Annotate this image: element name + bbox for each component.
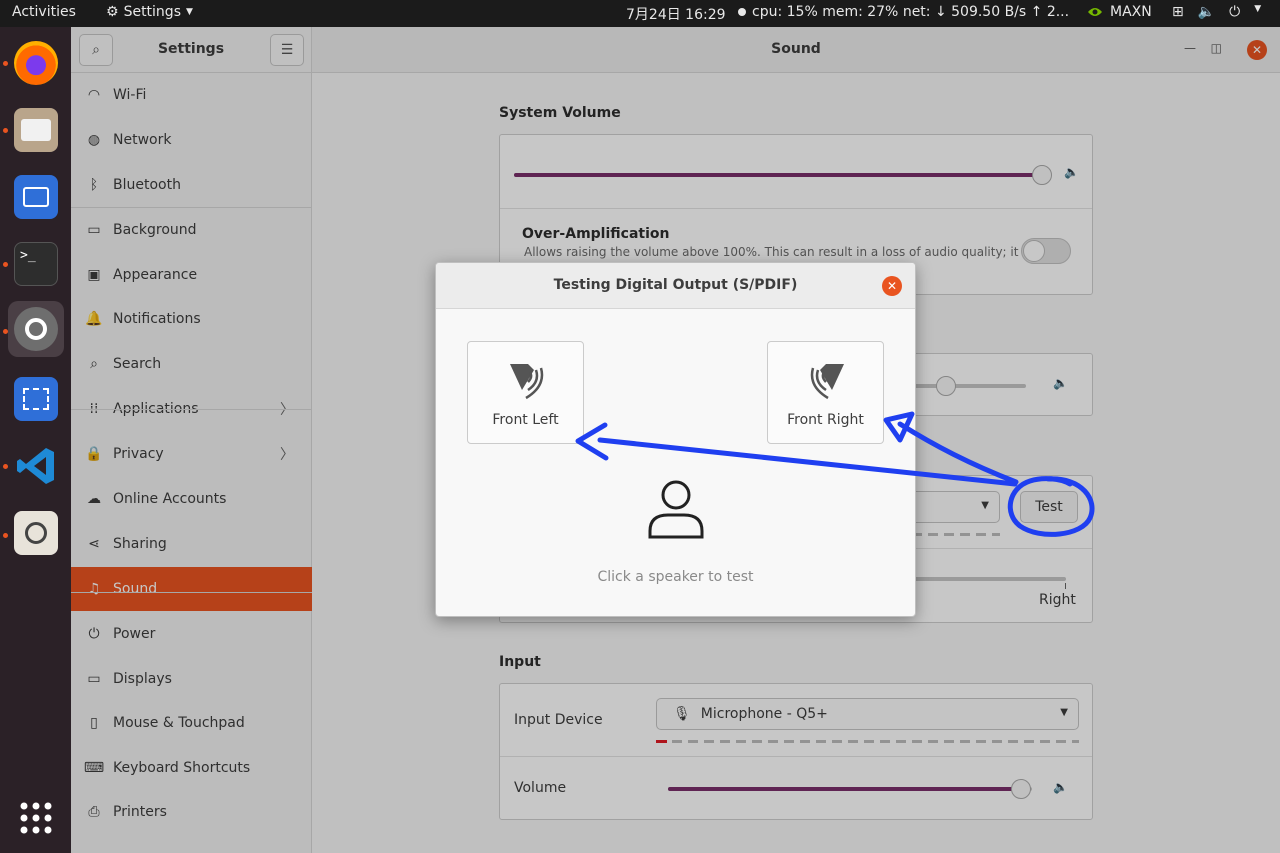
magnifier-icon — [14, 511, 58, 555]
screenshot-icon — [14, 377, 58, 421]
caret-down-icon: ▼ — [185, 7, 193, 17]
dock-files[interactable] — [8, 102, 64, 158]
vscode-icon — [17, 448, 54, 484]
power-mode-label: MAXN — [1110, 4, 1152, 20]
system-tray[interactable]: ⊞ 🔈 ⏻ ▼ — [1172, 4, 1261, 20]
system-monitor[interactable]: cpu: 15% mem: 27% net: ↓ 509.50 B/s ↑ 2.… — [738, 4, 1069, 20]
dialog-header: Testing Digital Output (S/PDIF) ✕ — [436, 263, 915, 309]
gear-icon: ⚙ — [106, 4, 119, 20]
network-wired-icon: ⊞ — [1172, 4, 1184, 20]
show-applications-button[interactable] — [8, 790, 64, 846]
speaker-right-icon — [810, 364, 844, 400]
volume-icon: 🔈 — [1197, 4, 1216, 20]
speaker-left-icon — [510, 364, 544, 400]
app-menu-label: Settings — [123, 4, 181, 20]
remote-desktop-icon — [14, 175, 58, 219]
dock: >_ — [0, 27, 71, 853]
terminal-icon: >_ — [14, 242, 58, 286]
running-indicator — [3, 533, 8, 538]
running-indicator — [3, 262, 8, 267]
dock-remmina[interactable] — [8, 169, 64, 225]
front-left-speaker-button[interactable]: Front Left — [467, 341, 584, 444]
dock-image-viewer[interactable] — [8, 505, 64, 561]
settings-gear-icon — [14, 307, 58, 351]
close-icon: ✕ — [886, 279, 898, 293]
dock-screenshot[interactable] — [8, 371, 64, 427]
front-right-label: Front Right — [787, 412, 864, 428]
close-dialog-button[interactable]: ✕ — [882, 276, 902, 296]
system-monitor-text: cpu: 15% mem: 27% net: ↓ 509.50 B/s ↑ 2.… — [752, 4, 1070, 20]
dialog-hint: Click a speaker to test — [597, 569, 754, 585]
nvidia-icon — [1088, 8, 1102, 16]
nvidia-power-mode[interactable]: MAXN — [1086, 4, 1152, 20]
running-indicator — [3, 329, 8, 334]
running-indicator — [3, 61, 8, 66]
listener-icon — [648, 480, 704, 539]
dock-vscode[interactable] — [8, 438, 64, 494]
power-icon: ⏻ — [1229, 4, 1241, 20]
caret-down-icon: ▼ — [1254, 4, 1262, 14]
speaker-test-dialog: Testing Digital Output (S/PDIF) ✕ Front … — [435, 262, 916, 617]
dock-terminal[interactable]: >_ — [8, 236, 64, 292]
status-dot-icon — [738, 8, 746, 16]
dock-firefox[interactable] — [8, 35, 64, 91]
front-right-speaker-button[interactable]: Front Right — [767, 341, 884, 444]
app-grid-icon — [20, 802, 52, 834]
running-indicator — [3, 128, 8, 133]
running-indicator — [3, 464, 8, 469]
top-bar: Activities ⚙ Settings ▼ 7月24日 16:29 cpu:… — [0, 0, 1280, 27]
firefox-icon — [14, 41, 58, 85]
dock-settings[interactable] — [8, 301, 64, 357]
app-menu[interactable]: ⚙ Settings ▼ — [106, 4, 193, 20]
dialog-title: Testing Digital Output (S/PDIF) — [553, 277, 798, 293]
front-left-label: Front Left — [492, 412, 559, 428]
files-icon — [14, 108, 58, 152]
activities-button[interactable]: Activities — [12, 4, 76, 20]
clock[interactable]: 7月24日 16:29 — [626, 4, 726, 24]
